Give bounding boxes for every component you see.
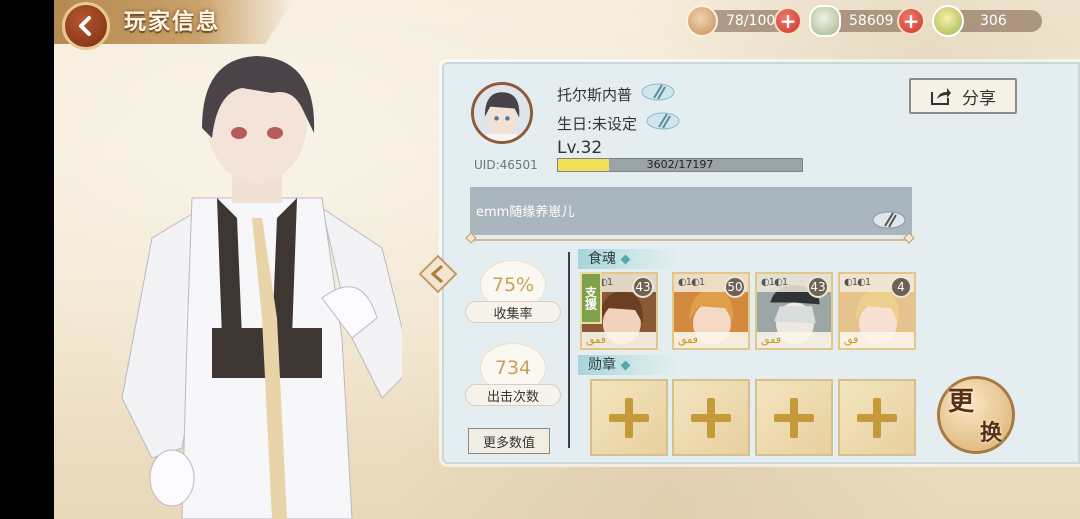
souls-section-label: 食魂 [578,249,678,269]
signature-text: emm随缘养崽儿 [476,205,575,220]
support-tag: 支援 [580,272,602,324]
signature-divider [470,239,912,241]
soul-card-3[interactable]: ◐1◐1 43 ٯٯٯ [755,272,833,350]
birthday-label: 生日:未设定 [557,115,638,133]
change-label-1: 更 [948,387,975,417]
add-jade-button[interactable]: + [897,7,925,35]
more-stats-button[interactable]: 更多数值 [468,428,550,454]
share-icon [931,88,951,105]
bowl-icon [686,5,718,37]
share-button[interactable]: 分享 [909,78,1017,114]
edit-birthday-icon[interactable] [645,110,681,132]
edit-signature-icon[interactable] [871,209,907,231]
sortie-count-label: 出击次数 [465,384,561,406]
medals-section-label: 勋章 [578,355,678,375]
resource-stamina: 78/100 + [686,5,802,37]
player-level: Lv.32 [557,138,603,158]
soul-stars: ٯٯ [840,332,914,348]
page-title: 玩家信息 [124,10,221,35]
change-button[interactable]: 更 换 [937,376,1015,454]
exp-bar: 3602/17197 [557,158,803,172]
soul-level: 43 [632,276,654,298]
collection-rate-label: 收集率 [465,301,561,323]
edit-name-icon[interactable] [640,81,676,103]
soul-card-4[interactable]: ◐1◐1 4 ٯٯ [838,272,916,350]
soul-stars: ٯٯٯ [757,332,831,348]
player-name: 托尔斯内普 [557,86,633,104]
plus-icon [855,396,899,440]
column-divider [568,252,570,448]
souls-section-text: 食魂 [588,251,616,267]
character-illustration [121,56,402,519]
plus-icon [772,396,816,440]
coin-icon [932,5,964,37]
soul-card-2[interactable]: ◐1◐1 50 ٯٯٯ [672,272,750,350]
plus-icon [607,396,651,440]
plus-icon [689,396,733,440]
medals-section-text: 勋章 [588,357,616,373]
medal-slot-2[interactable] [672,379,750,456]
soul-level: 50 [724,276,746,298]
soul-level: 4 [890,276,912,298]
medal-slot-1[interactable] [590,379,668,456]
gem-ornament [620,254,631,264]
gem-ornament [620,360,631,370]
chevron-left-icon [79,16,91,36]
signature-box[interactable]: emm随缘养崽儿 [470,187,912,235]
uid-label: UID:46501 [474,158,538,172]
share-label: 分享 [962,88,996,109]
resource-stamina-value: 78/100 [726,13,776,29]
medal-slot-3[interactable] [755,379,833,456]
exp-text: 3602/17197 [646,158,714,171]
change-label-2: 换 [980,421,1003,446]
resource-jade-value: 58609 [849,13,894,29]
resource-coin-value: 306 [980,13,1007,29]
soul-stars: ٯٯٯ [674,332,748,348]
resource-jade: 58609 + [809,5,925,37]
avatar[interactable] [471,82,533,144]
resource-coin: 306 [932,5,1042,37]
add-stamina-button[interactable]: + [774,7,802,35]
jade-icon [809,5,841,37]
back-button[interactable] [62,2,110,50]
collapse-arrow-icon[interactable] [416,252,462,296]
medal-slot-4[interactable] [838,379,916,456]
soul-stars: ٯٯٯ [582,332,656,348]
soul-level: 43 [807,276,829,298]
